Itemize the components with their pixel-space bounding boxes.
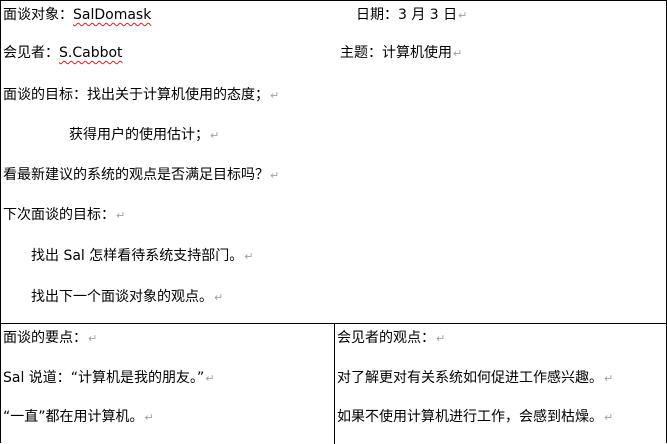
interviewee-label: 面谈对象： [3, 7, 73, 23]
paragraph-mark-icon: ↵ [214, 291, 224, 304]
key-points-heading: 面谈的要点： [3, 330, 87, 346]
next-goal-item-line: 找出 Sal 怎样看待系统支持部门。↵ [31, 247, 253, 266]
paragraph-mark-icon: ↵ [270, 89, 280, 102]
interviewer-line: 会见者：S.Cabbot [3, 44, 123, 62]
paragraph-mark-icon: ↵ [604, 372, 614, 385]
next-goal-item: 找出 Sal 怎样看待系统支持部门。 [31, 248, 244, 264]
paragraph-mark-icon: ↵ [210, 129, 220, 142]
topic-value: 计算机使用 [382, 45, 452, 61]
key-point-item: “一直”都在用计算机。 [3, 409, 144, 425]
key-point-item: Sal 说道：“计算机是我的朋友。” [3, 370, 205, 386]
next-goals-heading: 下次面谈的目标： [3, 207, 115, 223]
interviewer-views-heading-line: 会见者的观点：↵ [337, 329, 445, 348]
paragraph-mark-icon: ↵ [436, 332, 446, 345]
paragraph-mark-icon: ↵ [205, 372, 215, 385]
paragraph-mark-icon: ↵ [116, 209, 126, 222]
paragraph-mark-icon: ↵ [458, 9, 468, 22]
date-line: 日期：3 月 3 日↵ [356, 6, 467, 25]
interviewer-name[interactable]: S.Cabbot [59, 45, 123, 61]
interviewer-views-heading: 会见者的观点： [337, 330, 435, 346]
next-goals-line: 下次面谈的目标：↵ [3, 206, 125, 225]
paragraph-mark-icon: ↵ [604, 411, 614, 424]
goal-item: 找出关于计算机使用的态度； [87, 87, 269, 103]
paragraph-mark-icon: ↵ [453, 47, 463, 60]
topic-label: 主题： [340, 45, 382, 61]
table-divider-vertical [334, 323, 335, 444]
next-goal-item-line: 找出下一个面谈对象的观点。↵ [31, 288, 223, 307]
topic-line: 主题：计算机使用↵ [340, 44, 462, 63]
goals-question-line: 看最新建议的系统的观点是否满足目标吗？↵ [3, 166, 279, 185]
key-point-line: Sal 说道：“计算机是我的朋友。”↵ [3, 369, 215, 388]
next-goal-item: 找出下一个面谈对象的观点。 [31, 289, 213, 305]
interviewer-label: 会见者： [3, 45, 59, 61]
interviewer-view-item: 如果不使用计算机进行工作，会感到枯燥。 [337, 409, 603, 425]
date-label: 日期： [356, 7, 398, 23]
interviewer-view-line: 如果不使用计算机进行工作，会感到枯燥。↵ [337, 408, 613, 427]
goals-heading: 面谈的目标： [3, 87, 87, 103]
paragraph-mark-icon: ↵ [144, 411, 154, 424]
interviewer-view-item: 对了解更对有关系统如何促进工作感兴趣。 [337, 370, 603, 386]
interviewee-name[interactable]: SalDomask [73, 7, 151, 23]
interview-form: 面谈对象：SalDomask 日期：3 月 3 日↵ 会见者：S.Cabbot … [0, 0, 667, 444]
interviewee-line: 面谈对象：SalDomask [3, 6, 151, 24]
goal-item: 获得用户的使用估计； [69, 127, 209, 143]
goal-item-line: 获得用户的使用估计；↵ [69, 126, 219, 145]
paragraph-mark-icon: ↵ [88, 332, 98, 345]
paragraph-mark-icon: ↵ [244, 250, 254, 263]
date-value: 3 月 3 日 [398, 7, 458, 23]
goals-line: 面谈的目标：找出关于计算机使用的态度；↵ [3, 86, 279, 105]
goals-question: 看最新建议的系统的观点是否满足目标吗？ [3, 167, 269, 183]
key-points-heading-line: 面谈的要点：↵ [3, 329, 97, 348]
paragraph-mark-icon: ↵ [270, 169, 280, 182]
key-point-line: “一直”都在用计算机。↵ [3, 408, 154, 427]
interviewer-view-line: 对了解更对有关系统如何促进工作感兴趣。↵ [337, 369, 613, 388]
